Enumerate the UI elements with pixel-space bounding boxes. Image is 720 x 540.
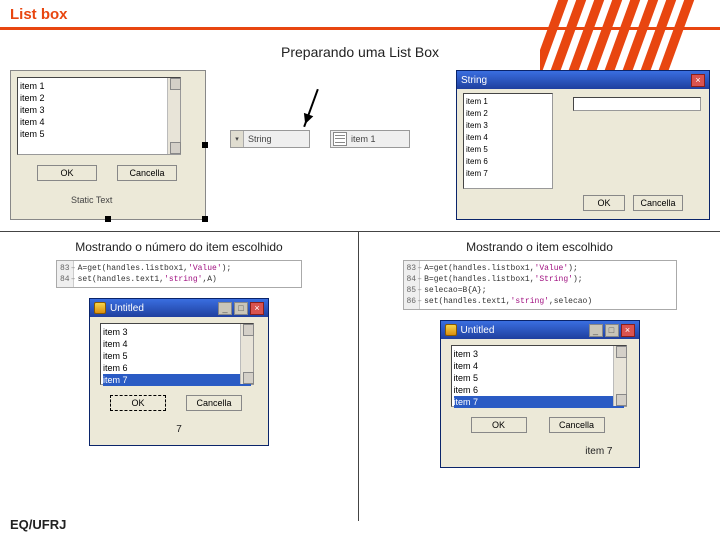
list-item[interactable]: item 6 (454, 384, 624, 396)
line-numbers: 83– 84– (57, 261, 74, 287)
list-item[interactable]: item 4 (466, 132, 550, 144)
close-icon[interactable]: × (250, 302, 264, 315)
list-item[interactable]: item 5 (20, 128, 178, 140)
titlebar[interactable]: String × (457, 71, 709, 89)
list-item[interactable]: item 2 (466, 108, 550, 120)
list-item[interactable]: item 5 (454, 372, 624, 384)
output-text: item 7 (441, 446, 639, 457)
listbox[interactable]: item 3 item 4 item 5 item 6 item 7 (451, 345, 627, 407)
property-string-dropdown[interactable]: ▾ String (230, 130, 310, 148)
list-item[interactable]: item 1 (466, 96, 550, 108)
property-value: item 1 (347, 134, 409, 144)
list-item[interactable]: item 4 (103, 338, 251, 350)
list-item[interactable]: item 6 (103, 362, 251, 374)
cancel-button[interactable]: Cancella (549, 417, 605, 433)
footer-label: EQ/UFRJ (10, 517, 66, 532)
list-item[interactable]: item 5 (466, 144, 550, 156)
app-icon (94, 302, 106, 314)
list-item[interactable]: item 2 (20, 92, 178, 104)
list-item[interactable]: item 6 (466, 156, 550, 168)
scrollbar[interactable] (167, 78, 180, 154)
ok-button[interactable]: OK (583, 195, 625, 211)
window-title: Untitled (461, 325, 589, 336)
column-left: Mostrando o número do item escolhido 83–… (0, 232, 358, 446)
dialog-editor-preview: item 1 item 2 item 3 item 4 item 5 OK Ca… (10, 70, 206, 220)
page-title: List box (0, 0, 720, 23)
list-item[interactable]: item 3 (103, 326, 251, 338)
cancel-button[interactable]: Cancella (117, 165, 177, 181)
arrow-annotation (303, 89, 319, 127)
resize-handle[interactable] (202, 142, 208, 148)
row-preparing: item 1 item 2 item 3 item 4 item 5 OK Ca… (0, 70, 720, 225)
list-item-selected[interactable]: item 7 (454, 396, 624, 408)
list-item[interactable]: item 7 (466, 168, 550, 180)
string-editor-window: String × item 1 item 2 item 3 item 4 ite… (456, 70, 710, 220)
ok-button[interactable]: OK (110, 395, 166, 411)
list-item[interactable]: item 4 (454, 360, 624, 372)
ok-button[interactable]: OK (37, 165, 97, 181)
cancel-button[interactable]: Cancella (633, 195, 683, 211)
maximize-icon[interactable]: □ (234, 302, 248, 315)
row-callbacks: Mostrando o número do item escolhido 83–… (0, 231, 720, 521)
code-snippet: 83– 84– 85– 86– A=get(handles.listbox1,'… (403, 260, 677, 310)
text-input[interactable] (573, 97, 701, 111)
resize-handle[interactable] (105, 216, 111, 222)
list-item[interactable]: item 3 (20, 104, 178, 116)
minimize-icon[interactable]: _ (589, 324, 603, 337)
list-item[interactable]: item 5 (103, 350, 251, 362)
column-heading: Mostrando o número do item escolhido (0, 232, 358, 260)
property-label: String (244, 134, 309, 144)
titlebar[interactable]: Untitled _ □ × (90, 299, 268, 317)
window-title: String (461, 75, 691, 86)
app-icon (445, 324, 457, 336)
string-list[interactable]: item 1 item 2 item 3 item 4 item 5 item … (463, 93, 553, 189)
minimize-icon[interactable]: _ (218, 302, 232, 315)
output-text: 7 (90, 424, 268, 435)
list-icon[interactable] (333, 132, 347, 146)
titlebar[interactable]: Untitled _ □ × (441, 321, 639, 339)
close-icon[interactable]: × (621, 324, 635, 337)
code-snippet: 83– 84– A=get(handles.listbox1,'Value');… (56, 260, 302, 288)
resize-handle[interactable] (202, 216, 208, 222)
list-item[interactable]: item 3 (466, 120, 550, 132)
window-title: Untitled (110, 303, 218, 314)
list-item[interactable]: item 1 (20, 80, 178, 92)
cancel-button[interactable]: Cancella (186, 395, 242, 411)
listbox[interactable]: item 1 item 2 item 3 item 4 item 5 (17, 77, 181, 155)
static-text-label: Static Text (71, 195, 112, 205)
code-text: A=get(handles.listbox1,'Value'); B=get(h… (420, 261, 596, 309)
list-item-selected[interactable]: item 7 (103, 374, 251, 386)
property-fields: ▾ String item 1 (230, 130, 420, 160)
listbox[interactable]: item 3 item 4 item 5 item 6 item 7 (100, 323, 254, 385)
close-icon[interactable]: × (691, 74, 705, 87)
code-text: A=get(handles.listbox1,'Value'); set(han… (74, 261, 236, 287)
subtitle: Preparando uma List Box (0, 30, 720, 70)
list-item[interactable]: item 4 (20, 116, 178, 128)
column-heading: Mostrando o item escolhido (359, 232, 720, 260)
maximize-icon[interactable]: □ (605, 324, 619, 337)
column-right: Mostrando o item escolhido 83– 84– 85– 8… (359, 232, 720, 468)
scrollbar[interactable] (240, 324, 253, 384)
line-numbers: 83– 84– 85– 86– (404, 261, 421, 309)
runtime-window-left: Untitled _ □ × item 3 item 4 item 5 item… (89, 298, 269, 446)
slide-header: List box (0, 0, 720, 30)
scrollbar[interactable] (613, 346, 626, 406)
property-items-field[interactable]: item 1 (330, 130, 410, 148)
ok-button[interactable]: OK (471, 417, 527, 433)
chevron-down-icon[interactable]: ▾ (231, 131, 244, 147)
list-item[interactable]: item 3 (454, 348, 624, 360)
runtime-window-right: Untitled _ □ × item 3 item 4 item 5 item… (440, 320, 640, 468)
